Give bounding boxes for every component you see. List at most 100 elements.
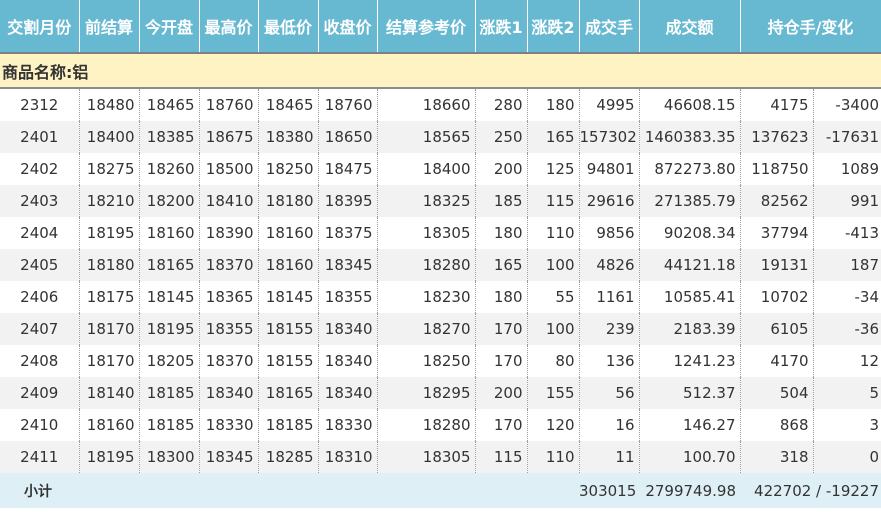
cell-prev-settle: 18210	[79, 185, 140, 217]
cell-high: 18370	[199, 345, 259, 377]
cell-volume: 4826	[579, 249, 640, 281]
cell-delivery-month: 2312	[0, 88, 80, 121]
cell-open-interest: 504	[740, 377, 814, 409]
cell-open: 18205	[139, 345, 200, 377]
col-header-settle-ref: 结算参考价	[377, 0, 476, 54]
cell-oi-change: -3400	[835, 96, 880, 114]
cell-settle-ref: 18565	[377, 121, 476, 153]
cell-change2: 110	[527, 441, 580, 473]
cell-change2: 165	[527, 121, 580, 153]
cell-delivery-month: 2401	[0, 121, 80, 153]
cell-change2: 55	[527, 281, 580, 313]
cell-high: 18330	[199, 409, 259, 441]
header-row: 交割月份 前结算 今开盘 最高价 最低价 收盘价 结算参考价 涨跌1 涨跌2 成…	[0, 0, 881, 54]
cell-volume: 1161	[579, 281, 640, 313]
cell-close: 18345	[318, 249, 378, 281]
table-row: 2312 18480 18465 18760 18465 18760 18660 280 180…	[0, 88, 881, 121]
cell-open: 18200	[139, 185, 200, 217]
cell-turnover: 1241.23	[639, 345, 741, 377]
cell-close: 18310	[318, 441, 378, 473]
cell-prev-settle: 18480	[79, 88, 140, 121]
cell-change2: 100	[527, 313, 580, 345]
cell-change1: 185	[475, 185, 528, 217]
cell-change2: 100	[527, 249, 580, 281]
cell-change1: 170	[475, 313, 528, 345]
cell-volume: 11	[579, 441, 640, 473]
cell-open: 18385	[139, 121, 200, 153]
cell-turnover: 2183.39	[639, 313, 741, 345]
cell-settle-ref: 18230	[377, 281, 476, 313]
cell-settle-ref: 18305	[377, 217, 476, 249]
cell-volume: 136	[579, 345, 640, 377]
cell-settle-ref: 18325	[377, 185, 476, 217]
cell-prev-settle: 18140	[79, 377, 140, 409]
col-header-open: 今开盘	[139, 0, 200, 54]
cell-change2: 125	[527, 153, 580, 185]
cell-change1: 115	[475, 441, 528, 473]
cell-open: 18465	[139, 88, 200, 121]
futures-quote-table: 交割月份 前结算 今开盘 最高价 最低价 收盘价 结算参考价 涨跌1 涨跌2 成…	[0, 0, 881, 508]
cell-turnover: 872273.80	[639, 153, 741, 185]
cell-delivery-month: 2409	[0, 377, 80, 409]
cell-open-interest: 868	[740, 409, 814, 441]
cell-change1: 165	[475, 249, 528, 281]
cell-change1: 200	[475, 153, 528, 185]
cell-volume: 29616	[579, 185, 640, 217]
cell-close: 18355	[318, 281, 378, 313]
cell-prev-settle: 18170	[79, 313, 140, 345]
cell-low: 18165	[258, 377, 319, 409]
cell-change2: 80	[527, 345, 580, 377]
cell-open: 18260	[139, 153, 200, 185]
cell-oi-change: -17631	[813, 121, 881, 153]
cell-volume: 56	[579, 377, 640, 409]
cell-open-interest: 318	[740, 441, 814, 473]
data-rows: 2312 18480 18465 18760 18465 18760 18660 280 180…	[0, 88, 881, 473]
col-header-change1: 涨跌1	[475, 0, 528, 54]
cell-oi-change: 187	[813, 249, 881, 281]
cell-prev-settle: 18180	[79, 249, 140, 281]
cell-open: 18145	[139, 281, 200, 313]
cell-prev-settle: 18195	[79, 441, 140, 473]
cell-settle-ref: 18660	[377, 88, 476, 121]
cell-change2: 155	[527, 377, 580, 409]
cell-oi-change: -34	[854, 288, 880, 306]
subtotal-label: 小计	[0, 473, 79, 508]
cell-open-interest: 82562	[740, 185, 814, 217]
subtotal-turnover: 2799749.98	[639, 473, 740, 508]
cell-volume: 239	[579, 313, 640, 345]
cell-delivery-month: 2405	[0, 249, 80, 281]
cell-high: 18410	[199, 185, 259, 217]
cell-oi-change: -36	[813, 313, 881, 345]
cell-close: 18475	[318, 153, 378, 185]
cell-open-interest: 4175	[740, 88, 814, 121]
cell-low: 18465	[258, 88, 319, 121]
cell-prev-settle: 18195	[79, 217, 140, 249]
cell-delivery-month: 2410	[0, 409, 80, 441]
cell-close: 18760	[318, 88, 378, 121]
table-row: 2402 18275 18260 18500 18250 18475 18400 200 125…	[0, 153, 881, 185]
cell-delivery-month: 2404	[0, 217, 80, 249]
cell-open-interest: 137623	[740, 121, 814, 153]
cell-delivery-month: 2407	[0, 313, 80, 345]
table-row: 2411 18195 18300 18345 18285 18310 18305 115 110…	[0, 441, 881, 473]
cell-change1: 250	[475, 121, 528, 153]
cell-delivery-month: 2402	[0, 153, 80, 185]
cell-settle-ref: 18280	[377, 409, 476, 441]
cell-low: 18380	[258, 121, 319, 153]
col-header-open-interest: 持仓手/变化	[740, 0, 881, 54]
cell-delivery-month: 2411	[0, 441, 80, 473]
col-header-low: 最低价	[258, 0, 319, 54]
table-row: 2409 18140 18185 18340 18165 18340 18295 200 155…	[0, 377, 881, 409]
cell-settle-ref: 18270	[377, 313, 476, 345]
col-header-change2: 涨跌2	[527, 0, 580, 54]
table-row: 2403 18210 18200 18410 18180 18395 18325 185 115…	[0, 185, 881, 217]
cell-oi-change: -413	[844, 224, 880, 242]
cell-volume: 94801	[579, 153, 640, 185]
cell-low: 18145	[258, 281, 319, 313]
cell-close: 18650	[318, 121, 378, 153]
cell-change1: 280	[475, 88, 528, 121]
cell-low: 18155	[258, 345, 319, 377]
cell-open-interest: 10702	[740, 281, 814, 313]
cell-high: 18370	[199, 249, 259, 281]
cell-prev-settle: 18170	[79, 345, 140, 377]
